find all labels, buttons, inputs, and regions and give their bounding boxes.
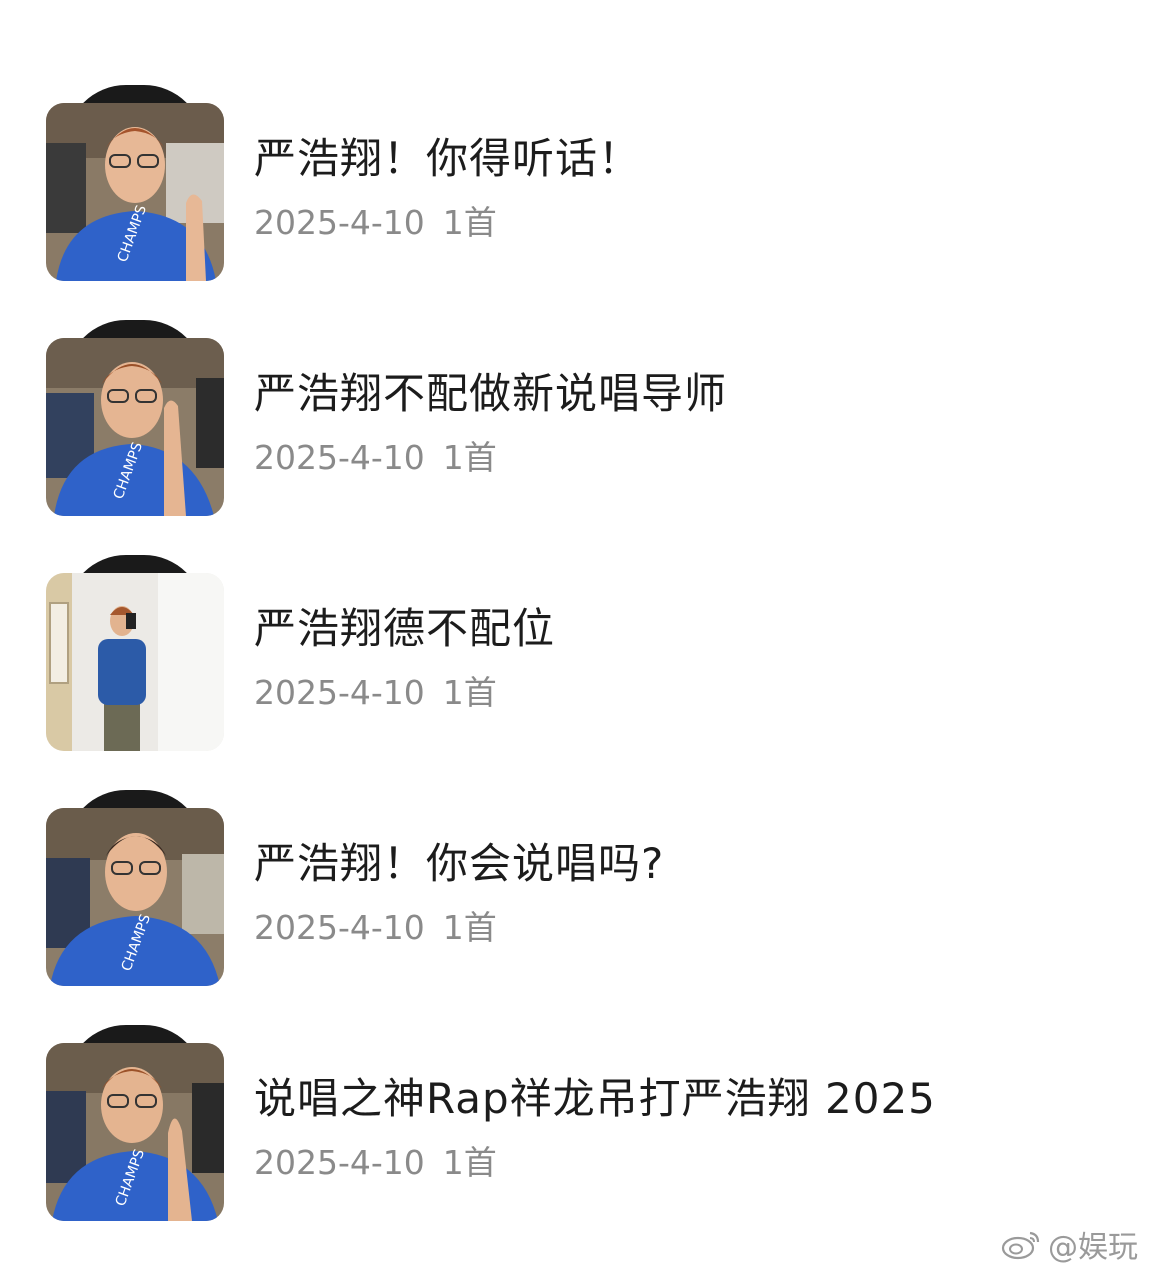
album-date: 2025-4-10 [254, 1143, 425, 1182]
track-count: 1首 [442, 1143, 497, 1182]
album-title: 说唱之神Rap祥龙吊打严浩翔 2025 [254, 1074, 936, 1123]
album-item[interactable]: 严浩翔德不配位 2025-4-10 1首 [46, 555, 1126, 751]
album-title: 严浩翔！你会说唱吗? [254, 839, 665, 888]
album-cover[interactable]: CHAMPS [46, 1025, 224, 1221]
cover-photo-man-in-car: CHAMPS [46, 808, 224, 986]
album-cover[interactable] [46, 555, 224, 751]
album-meta: 2025-4-10 1首 [254, 673, 497, 713]
album-meta: 2025-4-10 1首 [254, 1143, 497, 1183]
album-meta: 2025-4-10 1首 [254, 203, 497, 243]
track-count: 1首 [442, 203, 497, 242]
album-item[interactable]: CHAMPS 说唱之神Rap祥龙吊打严浩翔 2025 2025-4-10 1首 [46, 1025, 1126, 1221]
album-date: 2025-4-10 [254, 673, 425, 712]
cover-photo-man-in-car: CHAMPS [46, 1043, 224, 1221]
album-title: 严浩翔！你得听话！ [254, 134, 642, 183]
cover-photo-mirror-selfie [46, 573, 224, 751]
cover-photo-man-in-car: CHAMPS [46, 338, 224, 516]
album-meta: 2025-4-10 1首 [254, 908, 497, 948]
album-date: 2025-4-10 [254, 203, 425, 242]
album-item[interactable]: CHAMPS 严浩翔不配做新说唱导师 2025-4-10 1首 [46, 320, 1126, 516]
track-count: 1首 [442, 673, 497, 712]
track-count: 1首 [442, 438, 497, 477]
album-cover[interactable]: CHAMPS [46, 85, 224, 281]
album-title: 严浩翔不配做新说唱导师 [254, 369, 728, 418]
album-date: 2025-4-10 [254, 438, 425, 477]
album-cover[interactable]: CHAMPS [46, 790, 224, 986]
album-title: 严浩翔德不配位 [254, 604, 556, 653]
weibo-icon [1001, 1231, 1040, 1260]
album-cover[interactable]: CHAMPS [46, 320, 224, 516]
album-item[interactable]: CHAMPS 严浩翔！你得听话！ 2025-4-10 1首 [46, 85, 1126, 281]
album-date: 2025-4-10 [254, 908, 425, 947]
cover-photo-man-in-car: CHAMPS [46, 103, 224, 281]
watermark: @娱玩 [1000, 1222, 1138, 1266]
track-count: 1首 [442, 908, 497, 947]
watermark-text: @娱玩 [1048, 1230, 1138, 1265]
album-item[interactable]: CHAMPS 严浩翔！你会说唱吗? 2025-4-10 1首 [46, 790, 1126, 986]
album-meta: 2025-4-10 1首 [254, 438, 497, 478]
